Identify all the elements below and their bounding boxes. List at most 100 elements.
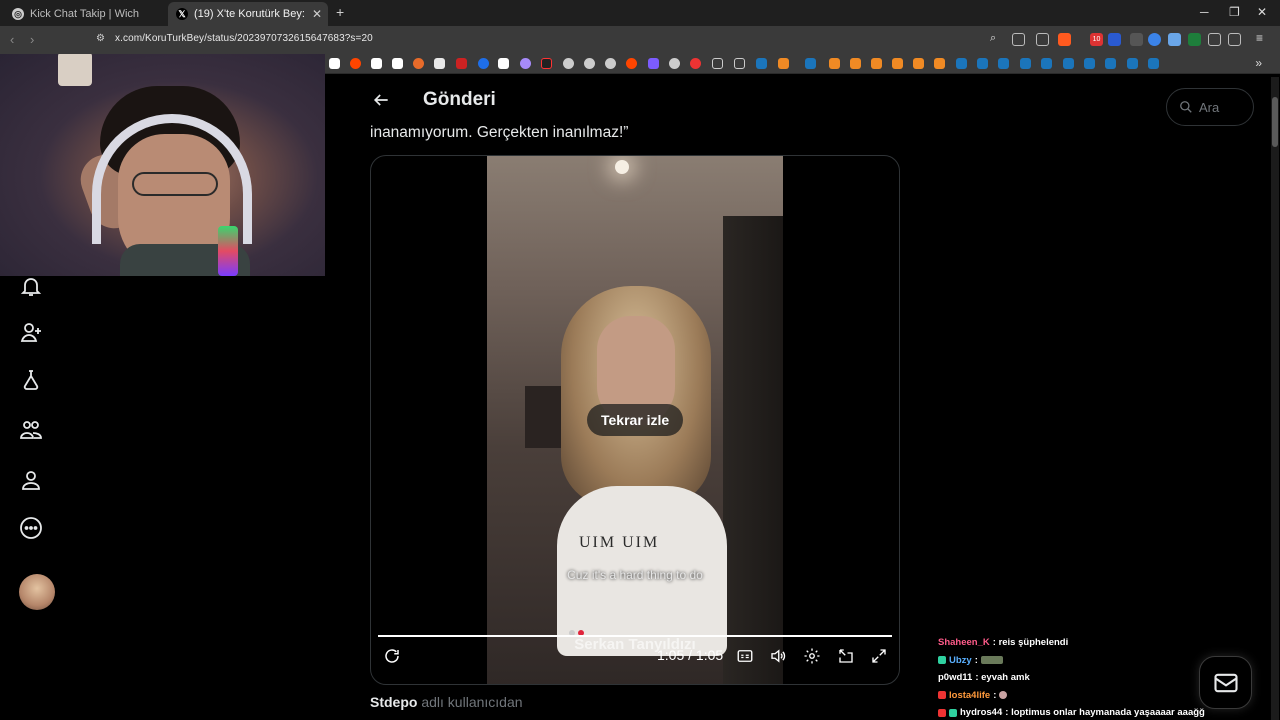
- back-icon[interactable]: ‹: [10, 32, 14, 47]
- steam-bookmark-icon[interactable]: [1020, 58, 1031, 69]
- cast-icon[interactable]: [1012, 33, 1025, 46]
- chat-message: Ubzy :: [938, 652, 1238, 670]
- more-bookmarks-icon[interactable]: »: [1255, 56, 1262, 70]
- arrow-left-icon[interactable]: [371, 90, 391, 110]
- bookmark-icon[interactable]: [371, 58, 382, 69]
- bookmark-icon[interactable]: [829, 58, 840, 69]
- grok-flask-icon[interactable]: [19, 368, 43, 392]
- scrollbar-thumb[interactable]: [1272, 97, 1278, 147]
- bookmark-icon[interactable]: [669, 58, 680, 69]
- bookmark-icon[interactable]: [648, 58, 659, 69]
- extension-icon[interactable]: [1168, 33, 1181, 46]
- bookmark-icon[interactable]: [434, 58, 445, 69]
- bookmark-icon[interactable]: [584, 58, 595, 69]
- reddit-bookmark-icon[interactable]: [350, 58, 361, 69]
- folder-icon[interactable]: [734, 58, 745, 69]
- browser-tab-active[interactable]: 𝕏 (19) X'te Korutürk Bey: "4 senedi ✕: [168, 2, 328, 26]
- url-text[interactable]: x.com/KoruTurkBey/status/202397073261564…: [115, 33, 373, 44]
- steam-bookmark-icon[interactable]: [1084, 58, 1095, 69]
- replay-button[interactable]: Tekrar izle: [587, 404, 684, 436]
- bookmark-icon[interactable]: [712, 58, 723, 69]
- captions-icon[interactable]: [735, 646, 755, 666]
- steam-bookmark-icon[interactable]: [1063, 58, 1074, 69]
- share-icon[interactable]: [1036, 33, 1049, 46]
- page-scrollbar[interactable]: [1271, 77, 1279, 720]
- restore-icon[interactable]: ❐: [1229, 5, 1240, 19]
- steam-bookmark-icon[interactable]: [1041, 58, 1052, 69]
- extension-badge-icon[interactable]: 10: [1090, 33, 1103, 46]
- extension-icon[interactable]: [1130, 33, 1143, 46]
- bookmark-icon[interactable]: [478, 58, 489, 69]
- search-icon: [1180, 101, 1192, 113]
- chat-message: hydros44 : loptimus onlar haymanada yaşa…: [938, 704, 1238, 720]
- extension-icon[interactable]: [1108, 33, 1121, 46]
- chat-text: reis şüphelendi: [998, 637, 1069, 649]
- chat-message: Shaheen_K : reis şüphelendi: [938, 637, 1069, 649]
- bookmark-icon[interactable]: [871, 58, 882, 69]
- close-tab-icon[interactable]: ✕: [312, 7, 322, 21]
- search-input[interactable]: Ara: [1166, 88, 1254, 126]
- browser-tab[interactable]: ◎ Kick Chat Takip | Wich: [4, 2, 166, 26]
- chat-text: loptimus onlar haymanada yaşaaaar aaağğ: [1011, 707, 1205, 719]
- sidebar-icon[interactable]: [1228, 33, 1241, 46]
- communities-icon[interactable]: [19, 418, 43, 442]
- media-attribution: Stdepo adlı kullanıcıdan: [370, 694, 523, 710]
- steam-bookmark-icon[interactable]: [977, 58, 988, 69]
- notifications-icon[interactable]: [19, 274, 43, 298]
- more-icon[interactable]: [19, 516, 43, 540]
- rgb-light-image: [218, 226, 238, 276]
- account-avatar[interactable]: [19, 574, 55, 610]
- bookmark-icon[interactable]: [563, 58, 574, 69]
- video-progress-bar[interactable]: [378, 635, 892, 637]
- attribution-user[interactable]: Stdepo: [370, 694, 417, 710]
- chat-badge-icon: [938, 656, 946, 665]
- bookmark-icon[interactable]: [850, 58, 861, 69]
- video-time: 1:05 / 1:05: [657, 647, 724, 663]
- streamer-sticker-image: [58, 54, 92, 86]
- profile-icon[interactable]: [19, 468, 43, 492]
- globe-icon: ◎: [12, 8, 24, 20]
- steam-bookmark-icon[interactable]: [756, 58, 767, 69]
- puzzle-icon[interactable]: [1208, 33, 1221, 46]
- video-player[interactable]: UIM UIM Cuz it's a hard thing to do Serk…: [370, 155, 900, 685]
- steam-bookmark-icon[interactable]: [956, 58, 967, 69]
- steam-bookmark-icon[interactable]: [1105, 58, 1116, 69]
- follow-icon[interactable]: [19, 320, 43, 344]
- bookmark-icon[interactable]: [892, 58, 903, 69]
- extension-icon[interactable]: [1148, 33, 1161, 46]
- steam-bookmark-icon[interactable]: [998, 58, 1009, 69]
- extension-icon[interactable]: [1188, 33, 1201, 46]
- steam-bookmark-icon[interactable]: [1127, 58, 1138, 69]
- pip-icon[interactable]: [836, 646, 856, 666]
- zoom-icon[interactable]: ⌕: [990, 32, 1003, 45]
- bookmark-icon[interactable]: [605, 58, 616, 69]
- forward-icon[interactable]: ›: [30, 32, 34, 47]
- site-info-icon[interactable]: ⚙: [96, 33, 105, 44]
- bookmark-icon[interactable]: [934, 58, 945, 69]
- bookmark-icon[interactable]: [541, 58, 552, 69]
- tab-title: Kick Chat Takip | Wich: [30, 8, 140, 20]
- bookmark-icon[interactable]: [626, 58, 637, 69]
- bookmark-icon[interactable]: [413, 58, 424, 69]
- volume-icon[interactable]: [768, 646, 788, 666]
- brave-shield-icon[interactable]: [1058, 33, 1071, 46]
- steam-bookmark-icon[interactable]: [805, 58, 816, 69]
- bookmark-icon[interactable]: [520, 58, 531, 69]
- fullscreen-icon[interactable]: [869, 646, 889, 666]
- bookmark-icon[interactable]: [498, 58, 509, 69]
- steam-bookmark-icon[interactable]: [1148, 58, 1159, 69]
- bookmark-icon[interactable]: [913, 58, 924, 69]
- close-window-icon[interactable]: ✕: [1257, 5, 1267, 19]
- bookmark-icon[interactable]: [690, 58, 701, 69]
- messages-button[interactable]: [1199, 656, 1252, 709]
- minimize-icon[interactable]: ─: [1200, 5, 1209, 19]
- bookmark-icon[interactable]: [456, 58, 467, 69]
- menu-icon[interactable]: ≡: [1256, 31, 1269, 45]
- settings-gear-icon[interactable]: [802, 646, 822, 666]
- x-bookmark-icon[interactable]: [329, 58, 340, 69]
- chat-username: hydros44: [960, 707, 1003, 719]
- replay-icon[interactable]: [382, 646, 402, 666]
- bookmark-icon[interactable]: [392, 58, 403, 69]
- bookmark-icon[interactable]: [778, 58, 789, 69]
- new-tab-button[interactable]: +: [336, 4, 344, 20]
